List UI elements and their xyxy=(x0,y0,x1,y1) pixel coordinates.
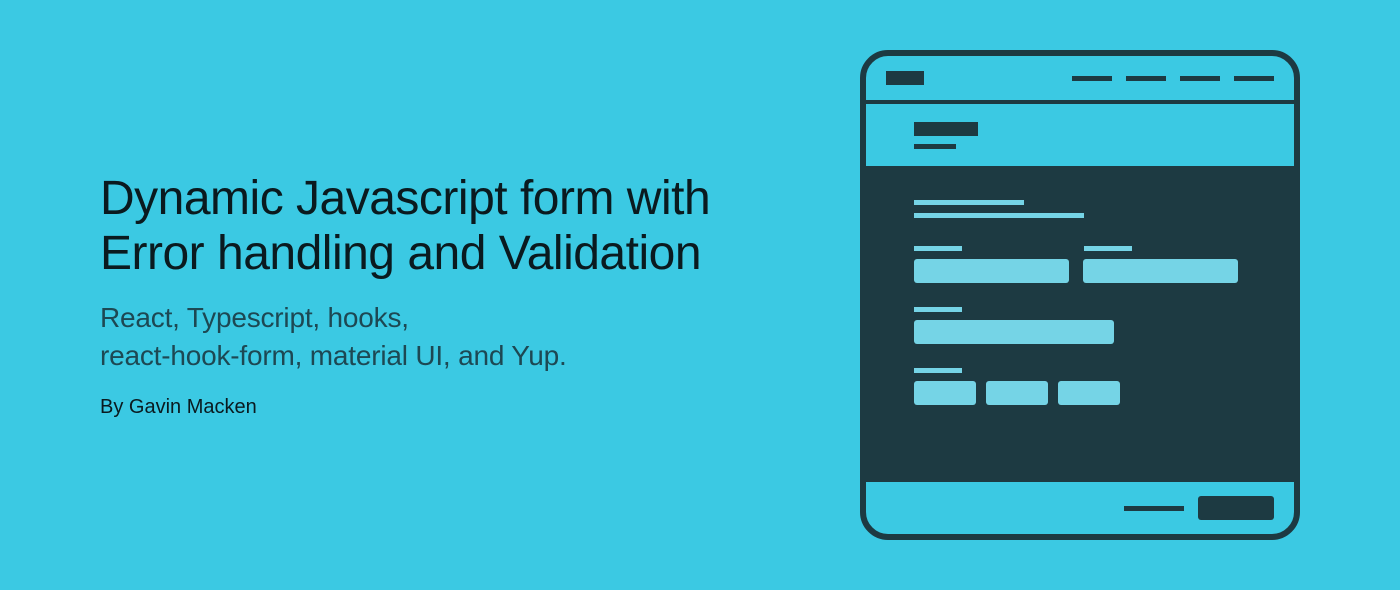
field-label-placeholder xyxy=(914,368,962,373)
nav-link-placeholder xyxy=(1072,76,1112,81)
nav-links xyxy=(1072,76,1274,81)
nav-link-placeholder xyxy=(1180,76,1220,81)
byline: By Gavin Macken xyxy=(100,396,820,419)
device-navbar xyxy=(866,56,1294,100)
input-row xyxy=(914,259,1246,283)
input-placeholder xyxy=(914,320,1114,344)
text-line-placeholder xyxy=(914,213,1084,218)
field-label-placeholder xyxy=(914,246,962,251)
nav-link-placeholder xyxy=(1126,76,1166,81)
button-placeholder xyxy=(914,381,976,405)
form-illustration xyxy=(860,50,1300,540)
logo-placeholder xyxy=(886,71,924,85)
nav-link-placeholder xyxy=(1234,76,1274,81)
field-label-placeholder xyxy=(914,307,962,312)
device-footer xyxy=(866,482,1294,534)
field-label-placeholder xyxy=(1084,246,1132,251)
text-line-placeholder xyxy=(914,200,1024,205)
button-placeholder xyxy=(986,381,1048,405)
submit-button-placeholder xyxy=(1198,496,1274,520)
subtitle: React, Typescript, hooks,react-hook-form… xyxy=(100,299,820,375)
button-row xyxy=(914,381,1246,405)
input-placeholder xyxy=(914,259,1069,283)
device-header xyxy=(866,100,1294,170)
input-placeholder xyxy=(1083,259,1238,283)
button-placeholder xyxy=(1058,381,1120,405)
text-content: Dynamic Javascript form with Error handl… xyxy=(100,171,860,420)
label-row xyxy=(914,246,1246,251)
page-title: Dynamic Javascript form with Error handl… xyxy=(100,171,820,281)
device-body xyxy=(866,170,1294,482)
header-subtitle-placeholder xyxy=(914,144,956,149)
device-frame xyxy=(860,50,1300,540)
header-title-placeholder xyxy=(914,122,978,136)
footer-text-placeholder xyxy=(1124,506,1184,511)
